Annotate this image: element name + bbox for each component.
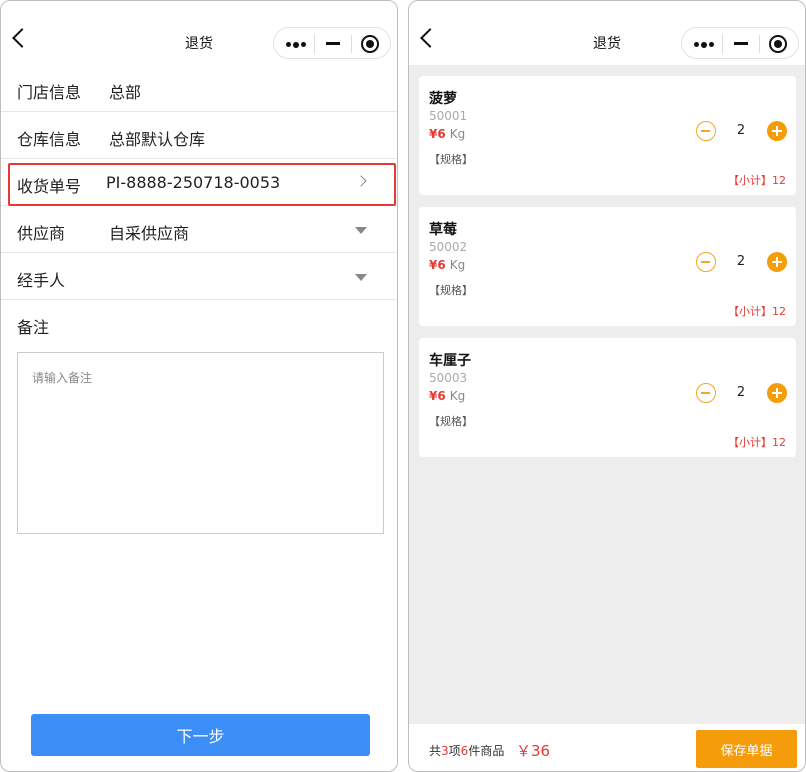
- mini-program-capsule: [273, 27, 391, 59]
- remark-label: 备注: [17, 318, 50, 337]
- handler-label: 经手人: [17, 271, 66, 290]
- product-name: 草莓: [429, 222, 457, 238]
- product-name: 菠萝: [429, 91, 457, 107]
- supplier-label: 供应商: [17, 224, 66, 243]
- subtotal-label: 【小计】: [728, 436, 772, 449]
- summary-suffix: 件商品: [468, 744, 505, 758]
- store-row: 门店信息 总部: [1, 65, 397, 112]
- product-card: 车厘子 50003 ¥6 Kg 【规格】 2 【小计】12: [419, 338, 796, 457]
- warehouse-label: 仓库信息: [17, 130, 82, 149]
- summary-middle: 项: [448, 744, 461, 758]
- price-row: ¥6 Kg: [429, 127, 465, 141]
- product-card: 草莓 50002 ¥6 Kg 【规格】 2 【小计】12: [419, 207, 796, 326]
- store-value: 总部: [109, 83, 142, 102]
- warehouse-value: 总部默认仓库: [109, 130, 206, 149]
- subtotal-value: 12: [772, 436, 786, 449]
- warehouse-row: 仓库信息 总部默认仓库: [1, 112, 397, 159]
- item-count: 3: [441, 744, 449, 758]
- remark-input[interactable]: [18, 353, 383, 533]
- store-label: 门店信息: [17, 83, 82, 102]
- subtotal-label: 【小计】: [728, 305, 772, 318]
- item-summary: 共3项6件商品: [429, 742, 504, 759]
- next-step-button[interactable]: 下一步: [31, 714, 370, 756]
- minus-icon[interactable]: [696, 121, 716, 141]
- close-icon[interactable]: [769, 35, 787, 53]
- summary-prefix: 共: [429, 744, 442, 758]
- dropdown-arrow-icon: [355, 274, 367, 281]
- save-document-button[interactable]: 保存单据: [696, 730, 797, 768]
- more-icon[interactable]: [286, 41, 306, 48]
- return-form-screen: 退货 门店信息 总部 仓库信息 总部默认仓库 收货单号 PI-8888-2507…: [0, 0, 398, 772]
- subtotal-label: 【小计】: [728, 174, 772, 187]
- minimize-icon[interactable]: [734, 42, 748, 45]
- minus-icon[interactable]: [696, 252, 716, 272]
- product-spec[interactable]: 【规格】: [429, 282, 473, 298]
- subtotal-value: 12: [772, 305, 786, 318]
- product-code: 50001: [429, 109, 468, 123]
- remark-row: 备注: [1, 300, 397, 347]
- close-icon[interactable]: [361, 35, 379, 53]
- product-code: 50002: [429, 240, 468, 254]
- capsule-divider: [351, 35, 352, 53]
- price-row: ¥6 Kg: [429, 258, 465, 272]
- product-card: 菠萝 50001 ¥6 Kg 【规格】 2 【小计】12: [419, 76, 796, 195]
- minimize-icon[interactable]: [326, 42, 340, 45]
- subtotal: 【小计】12: [728, 303, 786, 319]
- product-code: 50003: [429, 371, 468, 385]
- capsule-divider: [314, 35, 315, 53]
- product-price: ¥6: [429, 258, 446, 272]
- return-items-screen: 退货 菠萝 50001 ¥6 Kg 【规格】 2 【小计】12 草莓 50002 …: [408, 0, 806, 772]
- product-price: ¥6: [429, 127, 446, 141]
- price-row: ¥6 Kg: [429, 389, 465, 403]
- nav-bar: 退货: [409, 1, 805, 65]
- remark-box: [17, 352, 384, 534]
- minus-icon[interactable]: [696, 383, 716, 403]
- product-spec[interactable]: 【规格】: [429, 151, 473, 167]
- product-price: ¥6: [429, 389, 446, 403]
- quantity-value[interactable]: 2: [719, 254, 763, 269]
- plus-icon[interactable]: [767, 383, 787, 403]
- product-name: 车厘子: [429, 353, 471, 369]
- quantity-value[interactable]: 2: [719, 123, 763, 138]
- more-icon[interactable]: [694, 41, 714, 48]
- capsule-divider: [759, 35, 760, 53]
- plus-icon[interactable]: [767, 252, 787, 272]
- subtotal-value: 12: [772, 174, 786, 187]
- product-unit: Kg: [449, 389, 466, 403]
- product-spec[interactable]: 【规格】: [429, 413, 473, 429]
- handler-row[interactable]: 经手人: [1, 253, 397, 300]
- supplier-value: 自采供应商: [109, 224, 190, 243]
- footer-bar: 共3项6件商品 ￥36 保存单据: [409, 724, 805, 771]
- plus-icon[interactable]: [767, 121, 787, 141]
- mini-program-capsule: [681, 27, 799, 59]
- highlight-box: [8, 163, 396, 206]
- product-unit: Kg: [449, 258, 466, 272]
- total-amount: ￥36: [516, 742, 551, 760]
- nav-bar: 退货: [1, 1, 397, 65]
- subtotal: 【小计】12: [728, 172, 786, 188]
- quantity-value[interactable]: 2: [719, 385, 763, 400]
- dropdown-arrow-icon: [355, 227, 367, 234]
- supplier-row[interactable]: 供应商 自采供应商: [1, 206, 397, 253]
- product-unit: Kg: [449, 127, 466, 141]
- capsule-divider: [722, 35, 723, 53]
- subtotal: 【小计】12: [728, 434, 786, 450]
